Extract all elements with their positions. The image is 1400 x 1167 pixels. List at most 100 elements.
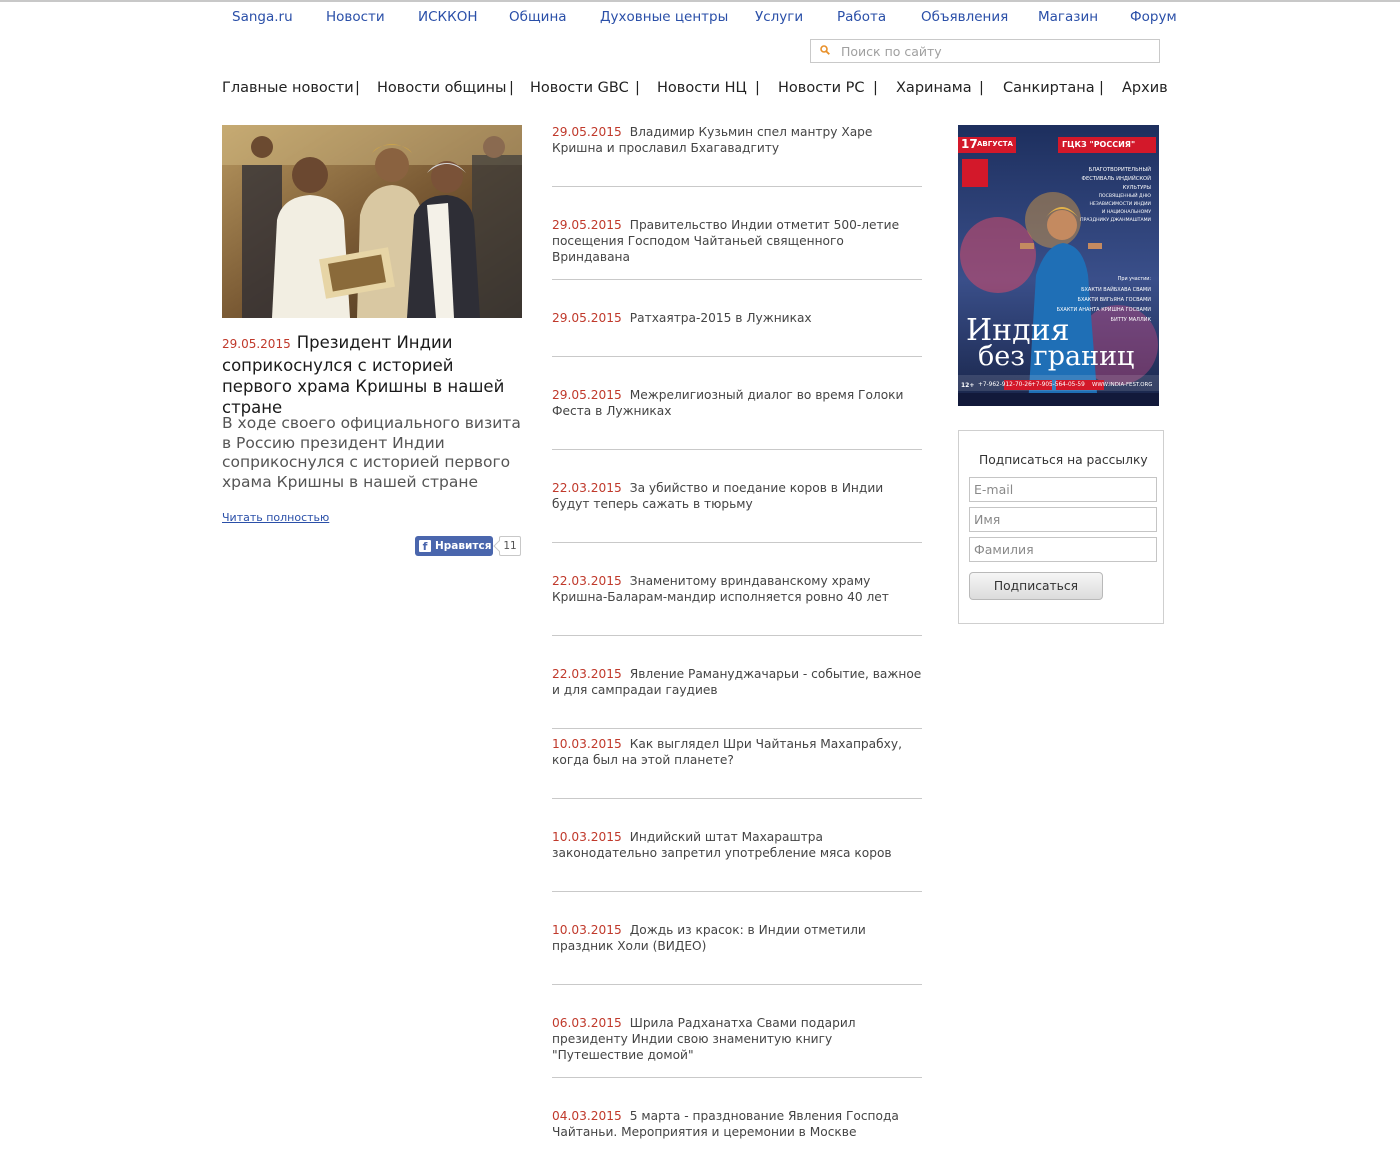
- news-date: 10.03.2015: [552, 830, 622, 844]
- news-divider: [552, 635, 922, 636]
- news-divider: [552, 728, 922, 729]
- banner-venue: ГЦКЗ "РОССИЯ": [1062, 140, 1136, 149]
- news-divider: [552, 798, 922, 799]
- list-item[interactable]: 04.03.2015 5 марта - празднование Явления…: [552, 1108, 922, 1140]
- search-input[interactable]: [841, 42, 1151, 60]
- facebook-like-label: Нравится: [435, 540, 492, 552]
- section-separator: |: [355, 80, 360, 96]
- list-item[interactable]: 10.03.2015 Индийский штат Махараштра зако…: [552, 829, 922, 861]
- banner-festival-line: ПРАЗДНИКУ ДЖАНМАШТАМИ: [1080, 218, 1151, 223]
- featured-title[interactable]: 29.05.2015 Президент Индии соприкоснулся …: [222, 332, 527, 418]
- list-item[interactable]: 22.03.2015 Явление Рамануджачарьи - событ…: [552, 666, 922, 698]
- top-nav-services[interactable]: Услуги: [755, 9, 803, 25]
- news-date: 22.03.2015: [552, 481, 622, 495]
- banner-festival-line: ПОСВЯЩЕННЫЙ ДНЮ: [1098, 194, 1151, 199]
- top-nav-news[interactable]: Новости: [326, 9, 385, 25]
- list-item[interactable]: 22.03.2015 За убийство и поедание коров в…: [552, 480, 922, 512]
- banner-age-rating: 12+: [961, 382, 975, 389]
- news-divider: [552, 449, 922, 450]
- banner-guest: БХАКТИ ВАЙБХАВА СВАМИ: [1081, 287, 1151, 293]
- list-item[interactable]: 29.05.2015 Владимир Кузьмин спел мантру Х…: [552, 124, 922, 156]
- facebook-icon: f: [419, 540, 431, 553]
- section-gbc-news[interactable]: Новости GBC: [530, 80, 629, 96]
- list-item[interactable]: 22.03.2015 Знаменитому вриндаванскому хра…: [552, 573, 922, 605]
- banner-date-day: 17: [961, 137, 978, 151]
- news-date: 22.03.2015: [552, 667, 622, 681]
- list-item[interactable]: 10.03.2015 Дождь из красок: в Индии отмет…: [552, 922, 922, 954]
- section-rs-news[interactable]: Новости РС: [778, 80, 865, 96]
- read-more-link[interactable]: Читать полностью: [222, 511, 329, 524]
- facebook-like-button[interactable]: f Нравится: [415, 536, 493, 556]
- banner-guests-label: При участии:: [1117, 277, 1151, 282]
- banner-phone: +7-905-564-05-59: [1031, 382, 1085, 388]
- section-separator: |: [979, 80, 984, 96]
- banner-site: WWW.INDIA-FEST.ORG: [1092, 382, 1153, 388]
- news-divider: [552, 356, 922, 357]
- section-separator: |: [509, 80, 514, 96]
- news-date: 10.03.2015: [552, 923, 622, 937]
- banner-date-month: АВГУСТА: [977, 140, 1013, 148]
- banner-festival-line: И НАЦИОНАЛЬНОМУ: [1101, 210, 1151, 215]
- top-nav-shop[interactable]: Магазин: [1038, 9, 1098, 25]
- search-icon: [820, 45, 830, 55]
- top-nav-jobs[interactable]: Работа: [837, 9, 886, 25]
- news-title[interactable]: Ратхаятра-2015 в Лужниках: [630, 311, 812, 325]
- top-nav-forum[interactable]: Форум: [1130, 9, 1177, 25]
- top-nav-sanga[interactable]: Sanga.ru: [232, 9, 293, 25]
- list-item[interactable]: 10.03.2015 Как выглядел Шри Чайтанья Маха…: [552, 736, 922, 768]
- section-main-news[interactable]: Главные новости: [222, 80, 354, 96]
- newsletter-box: Подписаться на рассылку Подписаться: [958, 430, 1164, 624]
- section-archive[interactable]: Архив: [1122, 80, 1168, 96]
- news-date: 29.05.2015: [552, 311, 622, 325]
- top-border: [0, 0, 1400, 2]
- banner-phone: +7-962-912-70-26: [978, 382, 1032, 388]
- news-divider: [552, 891, 922, 892]
- newsletter-title: Подписаться на рассылку: [979, 453, 1148, 467]
- news-divider: [552, 279, 922, 280]
- banner-guest: БХАКТИ АНАНТА КРИШНА ГОСВАМИ: [1056, 307, 1151, 313]
- banner-festival-line: КУЛЬТУРЫ: [1122, 185, 1151, 191]
- section-separator: |: [873, 80, 878, 96]
- last-name-field[interactable]: [969, 537, 1157, 562]
- news-divider: [552, 984, 922, 985]
- festival-banner[interactable]: 17 АВГУСТА ГЦКЗ "РОССИЯ" БЛАГОТВОРИТЕЛЬН…: [958, 125, 1159, 406]
- banner-festival-line: НЕЗАВИСИМОСТИ ИНДИИ: [1089, 202, 1151, 207]
- top-nav-classifieds[interactable]: Объявления: [921, 9, 1008, 25]
- section-sankirtana[interactable]: Санкиртана: [1003, 80, 1095, 96]
- news-date: 29.05.2015: [552, 218, 622, 232]
- news-divider: [552, 186, 922, 187]
- news-divider: [552, 542, 922, 543]
- banner-festival-line: ФЕСТИВАЛЬ ИНДИЙСКОЙ: [1081, 176, 1152, 182]
- section-nc-news[interactable]: Новости НЦ: [657, 80, 747, 96]
- news-date: 22.03.2015: [552, 574, 622, 588]
- section-community-news[interactable]: Новости общины: [377, 80, 506, 96]
- list-item[interactable]: 29.05.2015 Ратхаятра-2015 в Лужниках: [552, 310, 922, 326]
- top-nav-iskcon[interactable]: ИСККОН: [418, 9, 477, 25]
- first-name-field[interactable]: [969, 507, 1157, 532]
- top-nav-community[interactable]: Община: [509, 9, 567, 25]
- news-date: 04.03.2015: [552, 1109, 622, 1123]
- section-harinama[interactable]: Харинама: [896, 80, 972, 96]
- list-item[interactable]: 06.03.2015 Шрила Радханатха Свами подарил…: [552, 1015, 922, 1063]
- featured-photo[interactable]: [222, 125, 522, 318]
- list-item[interactable]: 29.05.2015 Правительство Индии отметит 50…: [552, 217, 922, 265]
- news-divider: [552, 1077, 922, 1078]
- news-date: 29.05.2015: [552, 125, 622, 139]
- news-date: 29.05.2015: [552, 388, 622, 402]
- section-separator: |: [755, 80, 760, 96]
- list-item[interactable]: 29.05.2015 Межрелигиозный диалог во время…: [552, 387, 922, 419]
- subscribe-button[interactable]: Подписаться: [969, 572, 1103, 600]
- featured-lead: В ходе своего официального визита в Росс…: [222, 414, 521, 491]
- banner-festival-line: БЛАГОТВОРИТЕЛЬНЫЙ: [1088, 167, 1151, 173]
- top-nav-spiritual-centers[interactable]: Духовные центры: [600, 9, 728, 25]
- news-date: 06.03.2015: [552, 1016, 622, 1030]
- featured-date: 29.05.2015: [222, 337, 291, 351]
- email-field[interactable]: [969, 477, 1157, 502]
- section-separator: |: [1099, 80, 1104, 96]
- banner-title-line2: без границ: [978, 341, 1135, 372]
- banner-guest: БИТТУ МАЛЛИК: [1110, 317, 1151, 323]
- news-date: 10.03.2015: [552, 737, 622, 751]
- section-separator: |: [635, 80, 640, 96]
- banner-guest: БХАКТИ ВИГЬЯНА ГОСВАМИ: [1077, 297, 1151, 303]
- facebook-like-count: 11: [499, 536, 521, 556]
